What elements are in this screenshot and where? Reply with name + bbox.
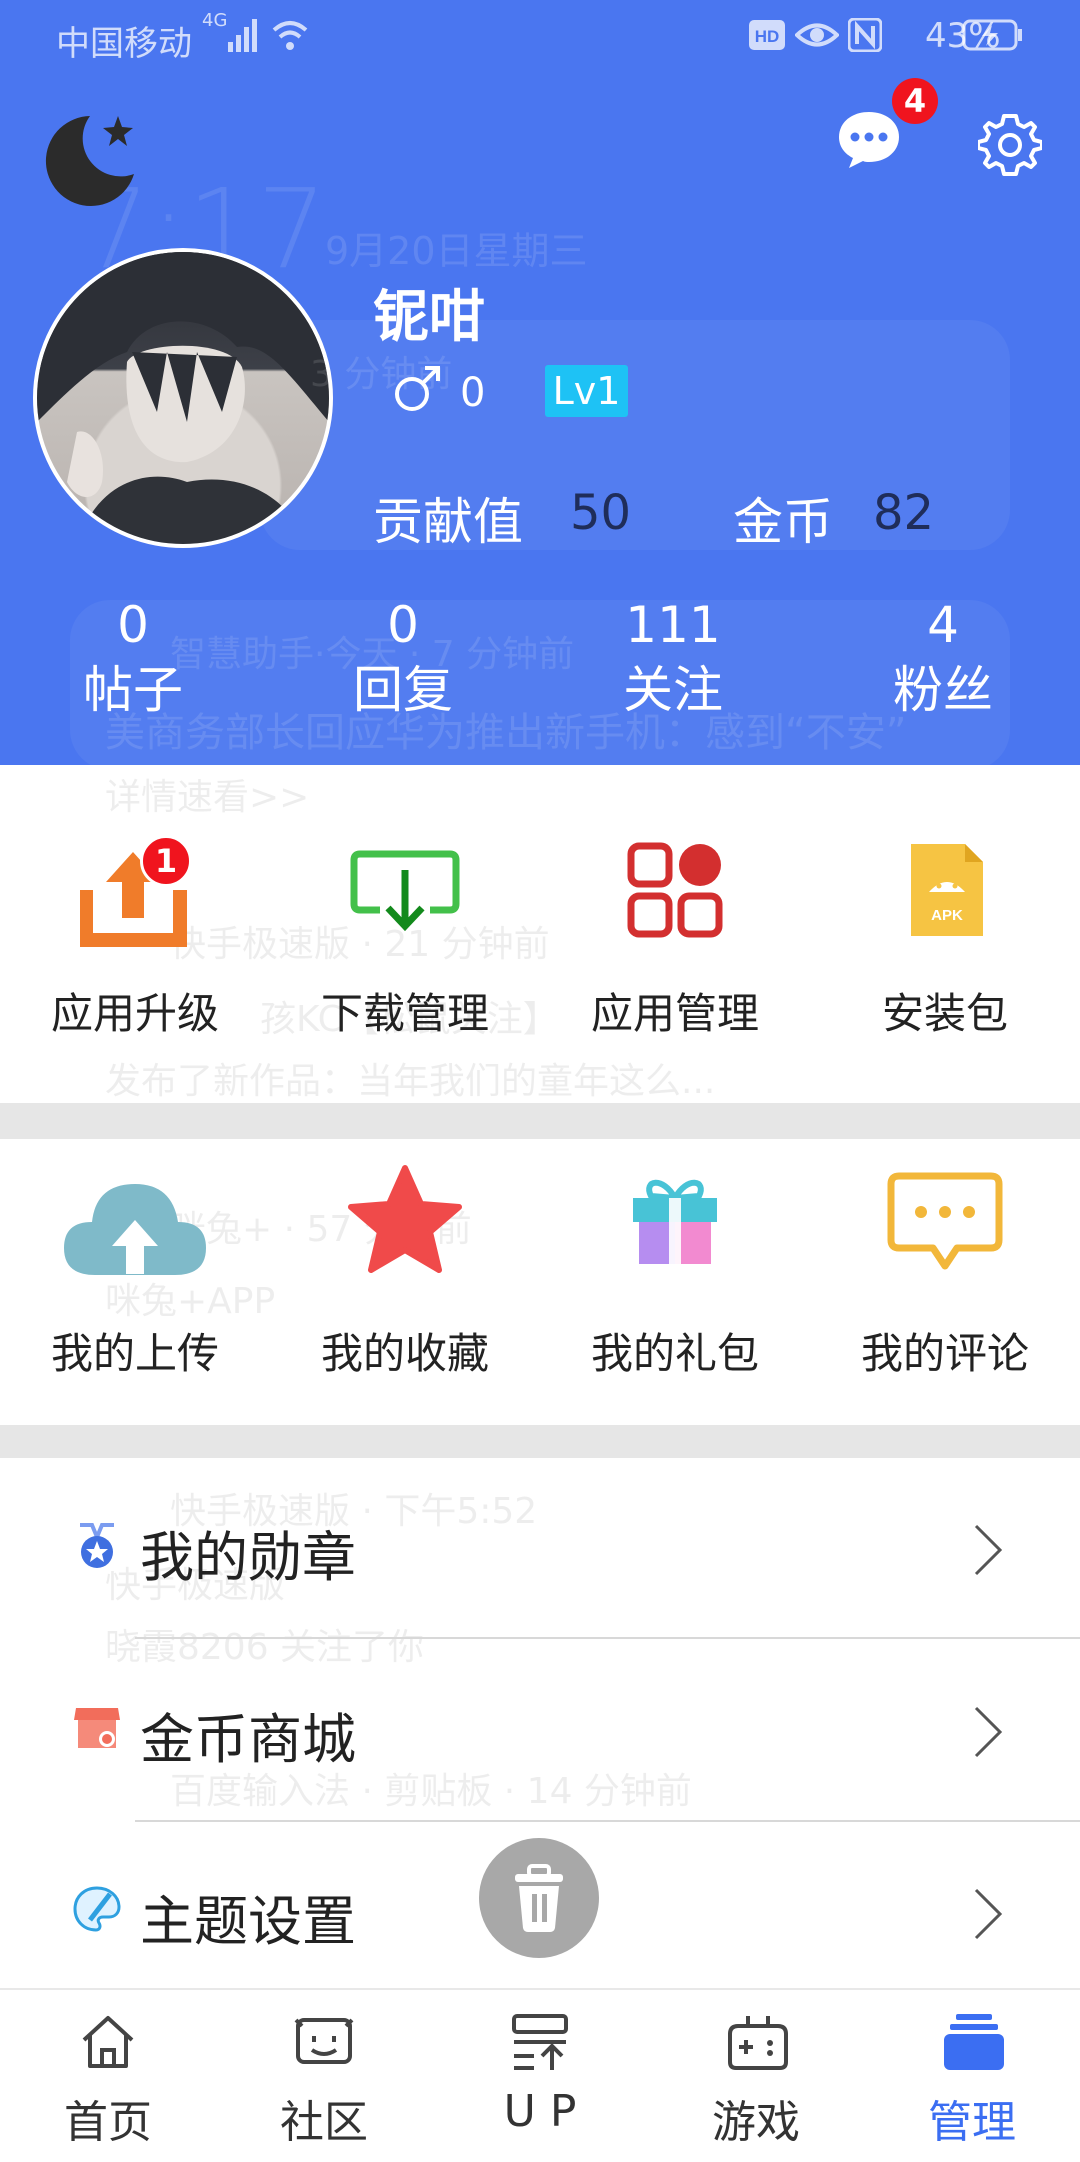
overlay-notification-text: 发布了新作品：当年我们的童年这么... (105, 1061, 716, 1102)
menu-item-medals[interactable]: 我的勋章 (0, 1458, 1080, 1638)
signal-icon (228, 19, 257, 52)
menu-item-label: 我的勋章 (140, 1526, 356, 1589)
apk-package-button[interactable]: APK 安装包 (810, 840, 1080, 1038)
nav-games[interactable]: 游戏 (648, 1990, 864, 2162)
nav-manage[interactable]: 管理 (864, 1990, 1080, 2162)
nav-label: U P (503, 2086, 577, 2137)
message-icon[interactable] (836, 108, 902, 170)
eye-comfort-icon (795, 23, 839, 47)
app-manager-button[interactable]: 应用管理 (540, 840, 810, 1038)
apk-file-icon: APK (895, 840, 995, 940)
overlay-date: 9月20日星期三 (325, 229, 588, 273)
download-manager-label: 下载管理 (320, 989, 489, 1038)
overlay-notification-text: 详情速看>> (105, 777, 310, 818)
level-badge: Lv1 (545, 365, 628, 417)
my-uploads-label: 我的上传 (50, 1329, 219, 1378)
chevron-right-icon (974, 1888, 1003, 1940)
my-gifts-button[interactable]: 我的礼包 (540, 1170, 810, 1378)
nav-home[interactable]: 首页 (0, 1990, 216, 2162)
svg-text:HD: HD (755, 27, 780, 46)
stat-value: 111 (625, 596, 721, 654)
app-grid-icon (625, 840, 725, 940)
battery-charging-icon (962, 19, 1022, 51)
gamepad-icon (728, 2016, 788, 2070)
stat-value: 4 (927, 596, 959, 654)
chevron-right-icon (974, 1524, 1003, 1576)
overlay-notification-text: 3 分钟前 (310, 354, 453, 395)
section-divider (0, 1103, 1080, 1139)
home-icon (82, 2016, 134, 2068)
apk-package-label: 安装包 (881, 989, 1008, 1038)
my-comments-label: 我的评论 (860, 1329, 1029, 1378)
status-bar: 中国移动 4G HD 43% (0, 0, 1080, 75)
list-divider (135, 1637, 1080, 1639)
download-box-icon (350, 840, 460, 940)
hd-icon: HD (749, 20, 785, 50)
my-favorites-label: 我的收藏 (320, 1329, 489, 1378)
nfc-icon (848, 18, 882, 52)
message-count-badge: 4 (892, 78, 938, 124)
my-uploads-button[interactable]: 我的上传 (0, 1170, 270, 1378)
my-favorites-button[interactable]: 我的收藏 (270, 1165, 540, 1378)
user-avatar[interactable] (33, 248, 333, 548)
settings-gear-icon[interactable] (978, 112, 1042, 176)
svg-text:APK: APK (931, 907, 963, 924)
carrier-label: 中国移动 (56, 24, 192, 64)
bottom-navigation: 首页 社区 U P 游戏 管理 (0, 1988, 1080, 2162)
section-divider (0, 1425, 1080, 1458)
app-manager-label: 应用管理 (590, 989, 759, 1038)
nav-label: 管理 (928, 2097, 1016, 2148)
my-comments-button[interactable]: 我的评论 (810, 1170, 1080, 1378)
contribution-label: 贡献值 (373, 493, 523, 551)
menu-item-coin-shop[interactable]: 金币商城 (0, 1640, 1080, 1820)
chevron-right-icon (974, 1706, 1003, 1758)
coin-label: 金币 (733, 493, 833, 551)
star-icon (348, 1165, 462, 1273)
wifi-icon (272, 21, 308, 50)
comment-icon (887, 1170, 1003, 1270)
trash-icon (515, 1864, 563, 1932)
my-gifts-label: 我的礼包 (590, 1329, 759, 1378)
nav-label: 社区 (280, 2097, 368, 2148)
palette-icon (73, 1886, 121, 1932)
night-mode-icon[interactable] (38, 108, 138, 208)
trash-button[interactable] (479, 1838, 599, 1958)
up-icon (512, 2014, 568, 2070)
download-manager-button[interactable]: 下载管理 (270, 840, 540, 1038)
avatar-image (37, 252, 329, 544)
community-icon (294, 2018, 354, 2064)
gift-icon (625, 1170, 725, 1270)
overlay-notification-text: 智慧助手·今天 · 7 分钟前 (170, 634, 575, 675)
menu-item-label: 金币商城 (140, 1708, 356, 1771)
gender-count: 0 (460, 370, 486, 416)
contribution-value: 50 (570, 485, 632, 541)
app-upgrade-label: 应用升级 (50, 989, 219, 1038)
coin-value: 82 (873, 485, 935, 541)
nav-up[interactable]: U P (432, 1990, 648, 2162)
username: 铌咁 (373, 285, 485, 350)
network-type-label: 4G (202, 10, 228, 31)
nav-community[interactable]: 社区 (216, 1990, 432, 2162)
cloud-upload-icon (64, 1170, 206, 1275)
shop-icon (74, 1708, 120, 1748)
overlay-notification-text: 美商务部长回应华为推出新手机：感到“不安” (105, 710, 907, 756)
upgrade-count-badge: 1 (140, 835, 192, 887)
nav-label: 游戏 (712, 2097, 800, 2148)
menu-item-label: 主题设置 (140, 1890, 356, 1953)
nav-label: 首页 (64, 2097, 152, 2148)
manage-icon (944, 2014, 1004, 2070)
app-upgrade-button[interactable]: 1 应用升级 (0, 835, 270, 1038)
medal-icon (74, 1523, 120, 1571)
